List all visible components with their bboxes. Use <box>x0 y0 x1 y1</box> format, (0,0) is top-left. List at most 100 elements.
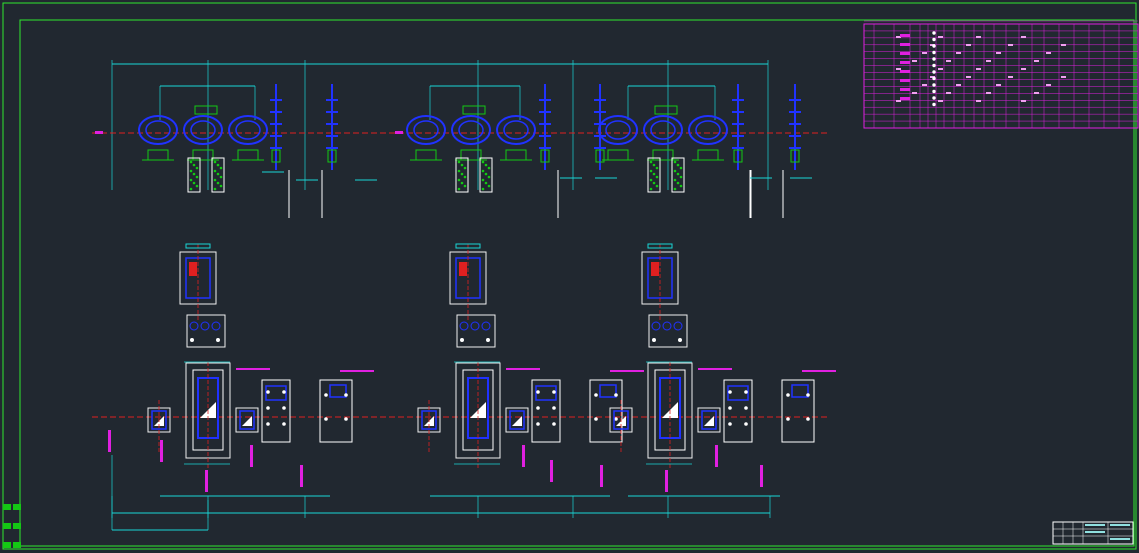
schedule-mark <box>932 31 936 35</box>
layer-icon[interactable] <box>3 504 11 510</box>
schedule-cell-text <box>976 68 981 70</box>
valve-bolt <box>536 422 540 426</box>
layer-icon[interactable] <box>13 523 21 529</box>
coupling-outline <box>648 314 688 348</box>
schedule-cell-text <box>1061 76 1066 78</box>
gravel-dot <box>649 178 653 182</box>
gravel-dot <box>463 184 467 188</box>
valve-body <box>329 384 347 398</box>
schedule-cell-text <box>1046 84 1051 86</box>
gravel-dot <box>652 163 656 167</box>
schedule-cell-text <box>938 36 943 38</box>
pump-base <box>415 149 437 161</box>
pump-impeller <box>190 120 216 140</box>
gravel-dot <box>481 160 485 164</box>
gravel-dot <box>487 175 491 179</box>
schedule-cell-text <box>976 36 981 38</box>
gravel-dot <box>460 172 464 176</box>
valve-bolt <box>728 390 732 394</box>
bolt-ring <box>470 321 480 331</box>
equipment-label <box>236 368 270 370</box>
pump-impeller <box>503 120 529 140</box>
valve-bolt <box>786 393 790 397</box>
gravel-dot <box>213 178 217 182</box>
gravel-dot <box>189 178 193 182</box>
valve-bolt <box>282 390 286 394</box>
cad-drawing-canvas[interactable] <box>0 0 1139 552</box>
gravel-dot <box>655 184 659 188</box>
gravel-dot <box>676 163 680 167</box>
pump-impeller <box>695 120 721 140</box>
valve-bolt <box>282 406 286 410</box>
schedule-mark <box>932 70 936 74</box>
schedule-cell-fill <box>900 61 910 64</box>
schedule-mark <box>932 102 936 107</box>
pump-impeller <box>145 120 171 140</box>
schedule-mark <box>932 76 936 81</box>
elevation-tag <box>95 131 103 134</box>
gravel-dot <box>457 187 461 191</box>
gravel-dot <box>219 166 223 170</box>
valve-bolt <box>282 422 286 426</box>
valve-bolt <box>266 422 270 426</box>
vertical-annotation <box>205 470 208 492</box>
valve-bolt <box>614 417 618 421</box>
gravel-dot <box>457 178 461 182</box>
motor-mark <box>651 262 659 276</box>
valve-body <box>599 384 617 398</box>
gravel-dot <box>652 172 656 176</box>
gravel-dot <box>213 160 217 164</box>
pump-plan-view <box>92 243 836 531</box>
gravel-dot <box>189 160 193 164</box>
schedule-cell-text <box>1008 76 1013 78</box>
bolt-ring <box>481 321 491 331</box>
schedule-mark <box>932 57 936 61</box>
schedule-cell-fill <box>900 79 910 82</box>
title-block-text <box>1085 531 1105 533</box>
anchor-bolt <box>652 338 656 342</box>
valve-bolt <box>536 390 540 394</box>
pump-body <box>451 115 491 145</box>
gravel-dot <box>460 181 464 185</box>
equipment-label <box>802 370 836 372</box>
pump-elevation-view <box>92 60 830 218</box>
gravel-dot <box>484 172 488 176</box>
pump-body <box>643 115 683 145</box>
gravel-dot <box>481 187 485 191</box>
vertical-annotation <box>665 470 668 492</box>
anchor-bolt <box>216 338 220 342</box>
schedule-cell-text <box>1021 68 1026 70</box>
gravel-dot <box>219 175 223 179</box>
pump-base <box>237 149 259 161</box>
schedule-cell-text <box>976 100 981 102</box>
layer-icon[interactable] <box>13 542 21 548</box>
schedule-cell-text <box>986 60 991 62</box>
vertical-annotation <box>600 465 603 487</box>
valve-bolt <box>552 390 556 394</box>
valve-bolt <box>806 393 810 397</box>
gravel-dot <box>457 169 461 173</box>
layer-icon[interactable] <box>13 504 21 510</box>
gravel-dot <box>679 166 683 170</box>
gravel-dot <box>463 166 467 170</box>
vertical-annotation <box>300 465 303 487</box>
gravel-dot <box>189 187 193 191</box>
gravel-dot <box>652 181 656 185</box>
equipment-label <box>698 368 732 370</box>
elevation-tag <box>395 131 403 134</box>
layer-palette[interactable] <box>2 496 22 548</box>
vertical-annotation <box>715 445 718 467</box>
gravel-dot <box>649 160 653 164</box>
schedule-cell-text <box>966 76 971 78</box>
valve-bolt <box>728 406 732 410</box>
pump-body <box>406 115 446 145</box>
anchor-bolt <box>460 338 464 342</box>
schedule-cell-text <box>1008 44 1013 46</box>
pump-body <box>183 115 223 145</box>
layer-icon[interactable] <box>3 523 11 529</box>
anchor-bolt <box>678 338 682 342</box>
layer-icon[interactable] <box>3 542 11 548</box>
gravel-dot <box>481 178 485 182</box>
title-block-text <box>1085 524 1105 526</box>
valve-bolt <box>594 393 598 397</box>
